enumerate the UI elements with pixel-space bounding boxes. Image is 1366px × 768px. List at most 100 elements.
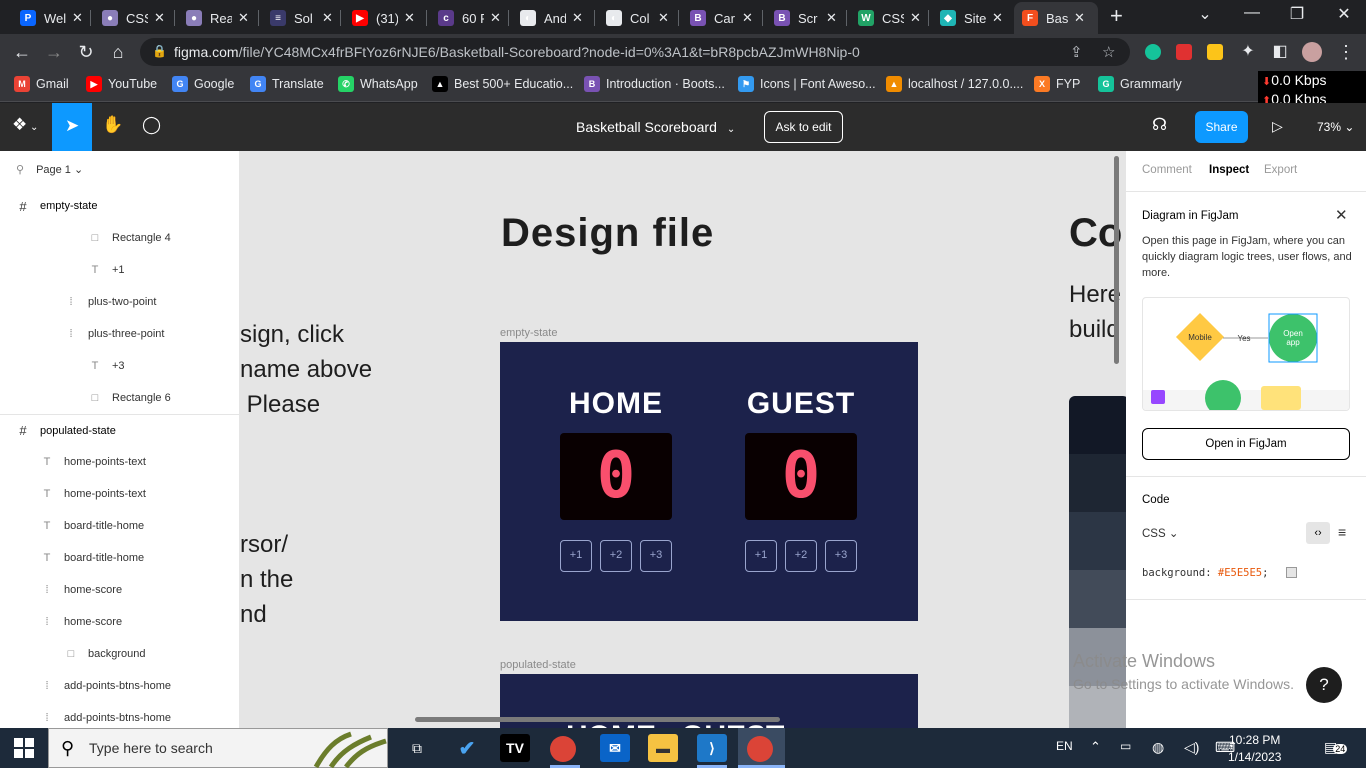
layer-row[interactable]: ⁞ plus-three-point xyxy=(0,318,239,350)
code-view-icon[interactable]: ‹› xyxy=(1306,522,1330,544)
tab-close-icon[interactable]: ✕ xyxy=(490,10,501,26)
file-title[interactable]: Basketball Scoreboard ⌄ xyxy=(576,119,735,135)
frame-label-populated-state[interactable]: populated-state xyxy=(500,659,576,671)
browser-tab[interactable]: ≡ Sol ✕ xyxy=(262,4,338,32)
browser-tab[interactable]: ◐ And ✕ xyxy=(512,4,588,32)
extensions-puzzle-icon[interactable]: ✦ xyxy=(1236,40,1260,64)
chevron-up-icon[interactable]: ⌃ xyxy=(1090,739,1101,755)
hand-tool-icon[interactable]: ✋ xyxy=(102,115,123,135)
forward-button[interactable]: → xyxy=(42,40,66,64)
mail-icon[interactable]: ✉ xyxy=(600,734,630,762)
layer-row[interactable]: □ Rectangle 4 xyxy=(0,222,239,254)
notification-icon[interactable]: ▤24 xyxy=(1324,739,1348,756)
home-plus-three-button[interactable]: +3 xyxy=(640,540,672,572)
bookmark-item[interactable]: G Translate xyxy=(250,76,324,92)
list-view-icon[interactable]: ≡ xyxy=(1338,524,1346,540)
chrome-icon[interactable] xyxy=(550,736,576,762)
tab-close-icon[interactable]: ✕ xyxy=(826,10,837,26)
layer-row[interactable]: □ background xyxy=(0,638,239,670)
close-icon[interactable]: ✕ xyxy=(1335,206,1348,224)
layer-row[interactable]: ⁞ home-score xyxy=(0,606,239,638)
close-window-button[interactable]: ✕ xyxy=(1332,4,1356,24)
tab-close-icon[interactable]: ✕ xyxy=(322,10,333,26)
vscode-icon[interactable]: ⟩ xyxy=(697,734,727,762)
bookmark-item[interactable]: B Introduction · Boots... xyxy=(584,76,725,92)
bookmark-item[interactable]: ⚑ Icons | Font Aweso... xyxy=(738,76,876,92)
side-panel-icon[interactable]: ◧ xyxy=(1268,40,1292,64)
present-play-icon[interactable]: ▷ xyxy=(1272,118,1283,135)
browser-tab[interactable]: F Bas ✕ xyxy=(1014,2,1098,34)
grammarly-ext-icon[interactable] xyxy=(1145,44,1161,60)
horizontal-scrollbar[interactable] xyxy=(415,717,780,722)
bookmark-item[interactable]: ✆ WhatsApp xyxy=(338,76,418,92)
guest-plus-one-button[interactable]: +1 xyxy=(745,540,777,572)
todo-app-icon[interactable]: ✔ xyxy=(452,734,482,762)
todoist-ext-icon[interactable] xyxy=(1176,44,1192,60)
bookmark-item[interactable]: M Gmail xyxy=(14,76,69,92)
move-tool-button[interactable]: ➤ xyxy=(52,103,92,151)
task-view-icon[interactable]: ⧉ xyxy=(402,734,432,762)
vertical-scrollbar[interactable] xyxy=(1114,156,1119,364)
layer-row[interactable]: # empty-state xyxy=(0,190,239,222)
bookmark-item[interactable]: X FYP xyxy=(1034,76,1080,92)
address-bar[interactable]: 🔒 figma.com/file/YC48MCx4frBFtYoz6rNJE6/… xyxy=(140,38,1130,66)
layer-row[interactable]: Thome-points-text xyxy=(0,446,239,478)
profile-avatar[interactable] xyxy=(1302,42,1322,62)
code-language-select[interactable]: CSS ⌄ xyxy=(1142,526,1179,540)
layer-row[interactable]: ⁞ plus-two-point xyxy=(0,286,239,318)
audio-headphones-icon[interactable]: ☊ xyxy=(1152,115,1167,135)
extension-yellow-icon[interactable] xyxy=(1207,44,1223,60)
tab-export[interactable]: Export xyxy=(1264,164,1297,176)
maximize-button[interactable]: ❐ xyxy=(1285,4,1309,24)
frame-label-empty-state[interactable]: empty-state xyxy=(500,327,557,339)
guest-plus-two-button[interactable]: +2 xyxy=(785,540,817,572)
home-plus-one-button[interactable]: +1 xyxy=(560,540,592,572)
tab-close-icon[interactable]: ✕ xyxy=(742,10,753,26)
bookmark-item[interactable]: G Google xyxy=(172,76,234,92)
ask-to-edit-button[interactable]: Ask to edit xyxy=(764,111,843,143)
tab-close-icon[interactable]: ✕ xyxy=(658,10,669,26)
tab-close-icon[interactable]: ✕ xyxy=(154,10,165,26)
browser-tab[interactable]: ◐ Col ✕ xyxy=(598,4,674,32)
browser-tab[interactable]: B Scr ✕ xyxy=(766,4,842,32)
new-tab-button[interactable]: + xyxy=(1110,5,1123,27)
reload-button[interactable]: ↻ xyxy=(74,40,98,64)
language-indicator[interactable]: EN xyxy=(1056,739,1073,753)
layer-row[interactable]: Tboard-title-home xyxy=(0,510,239,542)
design-canvas[interactable]: sign, click name above Please rsor/n the n… xyxy=(240,151,1126,728)
network-globe-icon[interactable]: ◍ xyxy=(1152,739,1164,756)
browser-tab[interactable]: c 60 F ✕ xyxy=(430,4,506,32)
tab-search-icon[interactable]: ⌄ xyxy=(1193,4,1217,24)
system-clock[interactable]: 10:28 PM 1/14/2023 xyxy=(1228,732,1281,766)
browser-tab[interactable]: ● CSS ✕ xyxy=(94,4,170,32)
tab-close-icon[interactable]: ✕ xyxy=(238,10,249,26)
tab-close-icon[interactable]: ✕ xyxy=(992,10,1003,26)
share-page-icon[interactable]: ⇪ xyxy=(1070,43,1083,61)
bookmark-item[interactable]: ▲ Best 500+ Educatio... xyxy=(432,76,573,92)
home-plus-two-button[interactable]: +2 xyxy=(600,540,632,572)
volume-icon[interactable]: ◁) xyxy=(1184,739,1199,756)
home-icon[interactable]: ⌂ xyxy=(106,40,130,64)
tab-comment[interactable]: Comment xyxy=(1142,164,1192,176)
guest-plus-three-button[interactable]: +3 xyxy=(825,540,857,572)
file-explorer-icon[interactable]: ▬ xyxy=(648,734,678,762)
share-button[interactable]: Share xyxy=(1195,111,1248,143)
back-button[interactable]: ← xyxy=(10,40,34,64)
tab-close-icon[interactable]: ✕ xyxy=(572,10,583,26)
bookmark-item[interactable]: ▲ localhost / 127.0.0.... xyxy=(886,76,1023,92)
bookmark-item[interactable]: G Grammarly xyxy=(1098,76,1182,92)
bookmark-star-icon[interactable]: ☆ xyxy=(1102,43,1115,61)
empty-state-frame[interactable]: HOME GUEST 0 0 +1 +2 +3 +1 +2 +3 xyxy=(500,342,918,621)
layer-row[interactable]: ⁞ home-score xyxy=(0,574,239,606)
tab-close-icon[interactable]: ✕ xyxy=(404,10,415,26)
help-button[interactable]: ? xyxy=(1306,667,1342,703)
layer-row[interactable]: □ Rectangle 6 xyxy=(0,382,239,414)
open-in-figjam-button[interactable]: Open in FigJam xyxy=(1142,428,1350,460)
figma-menu-icon[interactable]: ❖ ⌄ xyxy=(12,115,38,135)
layer-row[interactable]: T +3 xyxy=(0,350,239,382)
browser-tab[interactable]: ▶ (31) ✕ xyxy=(344,4,420,32)
menu-kebab-icon[interactable]: ⋮ xyxy=(1334,40,1358,64)
browser-tab[interactable]: ◆ Site ✕ xyxy=(932,4,1008,32)
taskbar-search-box[interactable]: ⚲ Type here to search xyxy=(48,728,388,768)
zoom-level[interactable]: 73% ⌄ xyxy=(1317,120,1354,134)
